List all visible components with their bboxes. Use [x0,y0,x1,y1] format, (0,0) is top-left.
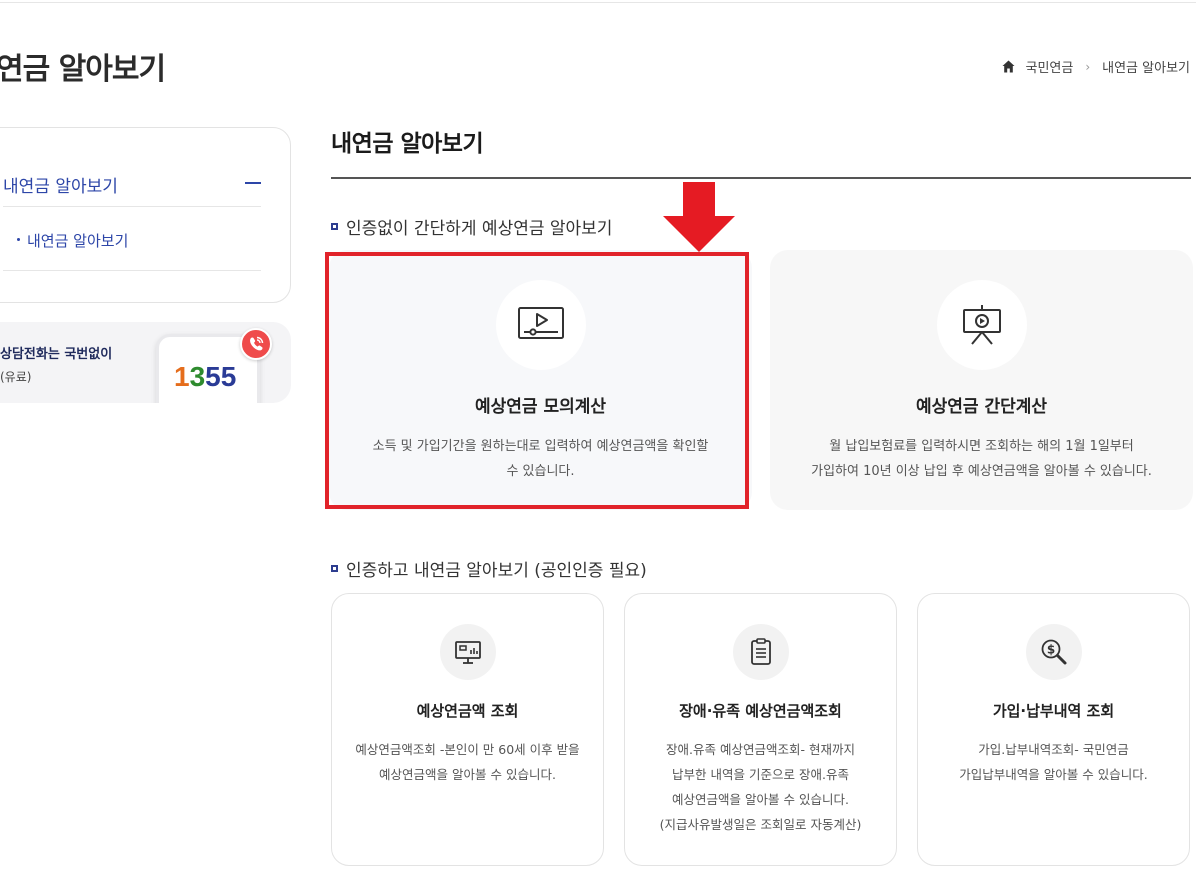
main-title: 내연금 알아보기 [331,131,484,157]
monitor-chart-icon [439,624,496,680]
clipboard-icon [732,624,789,680]
card-title: 장애·유족 예상연금액조회 [679,702,842,720]
video-monitor-icon [495,280,586,370]
title-divider [331,177,1191,179]
card-expected-pension-inquiry[interactable]: 예상연금액 조회 예상연금액조회 -본인이 만 60세 이후 받을 예상연금액을… [331,593,604,866]
card-title: 예상연금 간단계산 [915,397,1048,417]
square-bullet-icon [331,223,338,230]
breadcrumb-item-national-pension[interactable]: 국민연금 [1025,57,1073,76]
card-title: 예상연금액 조회 [416,702,519,720]
phone-call-icon [240,328,272,360]
card-description: 장애.유족 예상연금액조회- 현재까지 납부한 내역을 기준으로 장애.유족 예… [659,742,862,832]
card-disability-survivor-inquiry[interactable]: 장애·유족 예상연금액조회 장애.유족 예상연금액조회- 현재까지 납부한 내역… [624,593,897,866]
breadcrumb-item-current[interactable]: 내연금 알아보기 [1102,57,1190,76]
svg-text:$: $ [1046,643,1054,657]
square-bullet-icon [331,565,338,572]
call-center-number: 1355 [174,361,237,392]
side-menu-item-label: 내연금 알아보기 [27,232,129,250]
card-description: 예상연금액조회 -본인이 만 60세 이후 받을 예상연금액을 알아볼 수 있습… [355,742,580,782]
minus-icon[interactable] [245,182,261,184]
section-heading-label: 인증없이 간단하게 예상연금 알아보기 [346,219,613,239]
side-menu-item-my-pension[interactable]: 내연금 알아보기 [17,230,128,251]
divider [3,270,261,271]
dollar-search-icon: $ [1025,624,1082,680]
card-title: 가입·납부내역 조회 [992,702,1115,720]
side-menu: 내연금 알아보기 내연금 알아보기 [0,127,291,303]
chevron-right-icon: › [1085,59,1091,74]
card-pension-simple-calc[interactable]: 예상연금 간단계산 월 납입보험료를 입력하시면 조회하는 해의 1월 1일부터… [770,250,1193,510]
down-arrow-annotation-icon [663,182,735,252]
presentation-board-icon [936,280,1027,370]
section-heading-label: 인증하고 내연금 알아보기 (공인인증 필요) [346,561,647,581]
side-menu-header-label: 내연금 알아보기 [3,177,118,197]
page-title: 연금 알아보기 [0,52,166,87]
section-heading-with-auth: 인증하고 내연금 알아보기 (공인인증 필요) [331,556,647,581]
call-center-fee: (유료) [0,370,32,384]
card-pension-simulation[interactable]: 예상연금 모의계산 소득 및 가입기간을 원하는대로 입력하여 예상연금액을 확… [329,250,752,510]
section-heading-no-auth: 인증없이 간단하게 예상연금 알아보기 [331,214,612,239]
home-icon[interactable] [1002,60,1015,73]
card-description: 월 납입보험료를 입력하시면 조회하는 해의 1월 1일부터 가입하여 10년 … [811,439,1152,479]
card-description: 소득 및 가입기간을 원하는대로 입력하여 예상연금액을 확인할 수 있습니다. [372,439,709,479]
card-enrollment-payment-inquiry[interactable]: $ 가입·납부내역 조회 가입.납부내역조회- 국민연금 가입납부내역을 알아볼… [917,593,1190,866]
side-menu-header[interactable]: 내연금 알아보기 [3,172,261,207]
call-center-title: 상담전화는 국번없이 [0,347,113,362]
bullet-icon [17,238,20,241]
card-title: 예상연금 모의계산 [474,397,607,417]
card-description: 가입.납부내역조회- 국민연금 가입납부내역을 알아볼 수 있습니다. [959,742,1148,782]
top-divider [0,2,1196,3]
breadcrumb: 국민연금 › 내연금 알아보기 [1002,57,1190,76]
